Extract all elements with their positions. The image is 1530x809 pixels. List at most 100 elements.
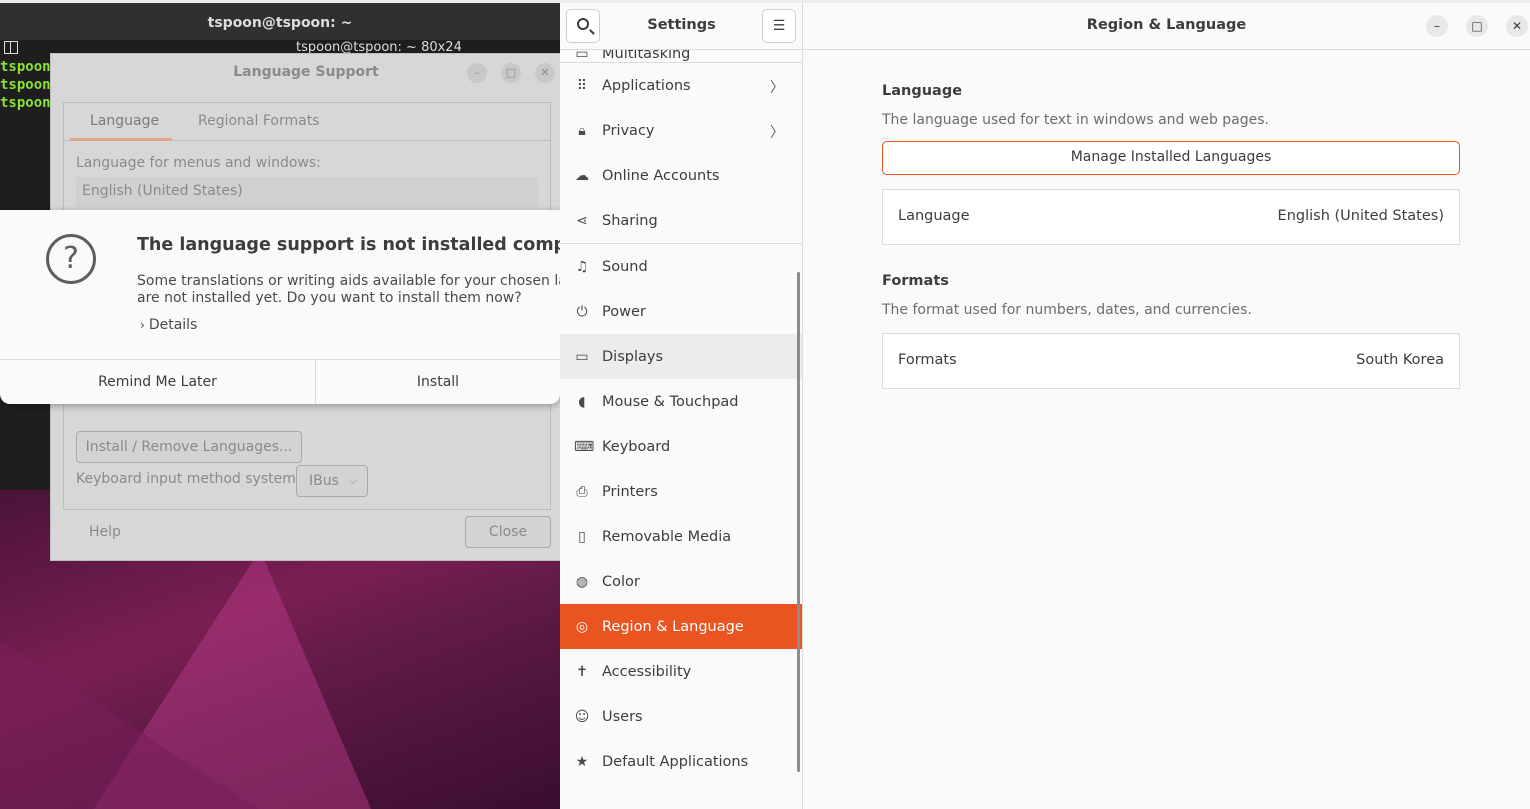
sidebar-item-removable-media[interactable]: ▯ Removable Media xyxy=(560,514,802,559)
accessibility-icon: ✝ xyxy=(576,663,588,680)
multitasking-icon: ▭ xyxy=(575,50,589,62)
sidebar-item-online-accounts[interactable]: ☁ Online Accounts xyxy=(560,153,802,198)
terminal-line: tspoon xyxy=(0,95,51,111)
language-section-title: Language xyxy=(882,83,963,99)
sidebar-item-label: Displays xyxy=(602,348,664,365)
share-icon: ⋖ xyxy=(576,212,588,229)
minimize-icon[interactable]: – xyxy=(467,63,487,83)
chevron-right-icon: 〉 xyxy=(770,80,784,96)
sidebar-header: Settings ☰ xyxy=(560,3,802,50)
sidebar-item-default-applications[interactable]: ★ Default Applications xyxy=(560,739,802,784)
terminal-title[interactable]: tspoon@tspoon: ~ xyxy=(0,0,560,40)
sidebar-item-label: Sound xyxy=(602,258,648,275)
install-remove-languages-button[interactable]: Install / Remove Languages... xyxy=(76,431,302,463)
cloud-icon: ☁ xyxy=(575,167,589,184)
install-button[interactable]: Install xyxy=(316,360,560,404)
power-icon: ⏻ xyxy=(576,303,588,320)
formats-section-title: Formats xyxy=(882,273,949,289)
minimize-icon: – xyxy=(1434,19,1440,33)
alert-message: Some translations or writing aids availa… xyxy=(137,273,560,307)
sidebar-item-region-language[interactable]: ◎ Region & Language xyxy=(560,604,802,649)
terminal-output[interactable]: tspoon tspoon tspoon xyxy=(0,58,51,112)
help-button[interactable]: Help xyxy=(89,524,121,540)
language-row[interactable]: Language English (United States) xyxy=(882,189,1460,245)
display-icon: ▭ xyxy=(575,348,589,365)
maximize-icon[interactable]: □ xyxy=(501,63,521,83)
usb-icon: ▯ xyxy=(578,528,586,545)
keyboard-input-value: IBus xyxy=(309,473,339,489)
sidebar-item-sound[interactable]: ♫ Sound xyxy=(560,244,802,289)
globe-icon: ◎ xyxy=(575,618,589,635)
hamburger-menu-button[interactable]: ☰ xyxy=(762,9,796,43)
keyboard-input-label: Keyboard input method system: xyxy=(76,471,301,487)
users-icon: ☺ xyxy=(574,708,590,725)
menus-language-label: Language for menus and windows: xyxy=(76,155,321,171)
close-icon: ✕ xyxy=(1511,19,1523,33)
sidebar-item-label: Online Accounts xyxy=(602,167,720,184)
details-label: Details xyxy=(148,317,198,333)
sidebar-item-label: Sharing xyxy=(602,212,658,229)
sidebar-item-printers[interactable]: ⎙ Printers xyxy=(560,469,802,514)
sidebar-item-label: Mouse & Touchpad xyxy=(602,393,739,410)
sidebar-item-label: Removable Media xyxy=(602,528,732,545)
tab-language[interactable]: Language xyxy=(90,113,159,129)
remind-me-later-button[interactable]: Remind Me Later xyxy=(0,360,316,404)
region-language-panel: Region & Language – □ ✕ Language The lan… xyxy=(803,0,1530,809)
sidebar-item-label: Privacy xyxy=(602,122,655,139)
new-tab-icon[interactable] xyxy=(4,41,18,54)
sidebar-item-displays[interactable]: ▭ Displays xyxy=(560,334,802,379)
terminal-line: tspoon xyxy=(0,77,51,93)
star-icon: ★ xyxy=(575,753,589,770)
sidebar-item-label: Applications xyxy=(602,77,691,94)
main-header: Region & Language – □ ✕ xyxy=(803,3,1530,50)
terminal-line: tspoon xyxy=(0,59,51,75)
tab-regional-formats[interactable]: Regional Formats xyxy=(198,113,319,129)
sidebar-item-label: Default Applications xyxy=(602,753,749,770)
sidebar-item-color[interactable]: ◍ Color xyxy=(560,559,802,604)
language-list-item[interactable]: English (United States) xyxy=(76,177,538,207)
language-section-description: The language used for text in windows an… xyxy=(882,112,1269,128)
wallpaper-shape xyxy=(0,640,260,809)
sidebar-item-label: Keyboard xyxy=(602,438,671,455)
formats-section-description: The format used for numbers, dates, and … xyxy=(882,302,1252,318)
details-expander[interactable]: › Details xyxy=(140,317,197,333)
sidebar-list: ▭ Multitasking ⠿ Applications 〉 🔒︎ Privacy 〉 ☁… xyxy=(560,50,802,784)
language-row-label: Language xyxy=(898,208,970,224)
sidebar-item-keyboard[interactable]: ⌨ Keyboard xyxy=(560,424,802,469)
keyboard-input-select[interactable]: IBus ⌵ xyxy=(296,465,368,497)
music-note-icon: ♫ xyxy=(575,258,589,275)
sidebar-item-mouse-touchpad[interactable]: ◖ Mouse & Touchpad xyxy=(560,379,802,424)
color-icon: ◍ xyxy=(575,573,589,590)
close-icon[interactable]: ✕ xyxy=(535,63,555,83)
sidebar-item-accessibility[interactable]: ✝ Accessibility xyxy=(560,649,802,694)
keyboard-icon: ⌨ xyxy=(574,438,595,455)
manage-installed-languages-button[interactable]: Manage Installed Languages xyxy=(882,141,1460,175)
sidebar-item-label: Accessibility xyxy=(602,663,692,680)
sidebar-item-label: Power xyxy=(602,303,646,320)
maximize-button[interactable]: □ xyxy=(1466,15,1488,37)
formats-row[interactable]: Formats South Korea xyxy=(882,333,1460,389)
sidebar-item-privacy[interactable]: 🔒︎ Privacy 〉 xyxy=(560,108,802,153)
lock-icon: 🔒︎ xyxy=(578,122,586,139)
mouse-icon: ◖ xyxy=(578,393,586,410)
alert-title: The language support is not installed co… xyxy=(137,235,560,255)
formats-row-label: Formats xyxy=(898,352,957,368)
minimize-button[interactable]: – xyxy=(1426,15,1448,37)
alert-button-bar: Remind Me Later Install xyxy=(0,359,560,404)
active-tab-indicator xyxy=(70,138,172,141)
chevron-down-icon: ⌵ xyxy=(348,474,357,487)
close-button[interactable]: Close xyxy=(465,516,551,548)
sidebar-item-label: Color xyxy=(602,573,640,590)
sidebar-item-applications[interactable]: ⠿ Applications 〉 xyxy=(560,63,802,108)
language-support-alert: ? The language support is not installed … xyxy=(0,210,560,404)
sidebar-scrollbar[interactable] xyxy=(797,272,800,772)
sidebar-item-multitasking[interactable]: ▭ Multitasking xyxy=(560,50,802,62)
sidebar-item-label: Region & Language xyxy=(602,618,744,635)
sidebar-item-users[interactable]: ☺ Users xyxy=(560,694,802,739)
formats-row-value: South Korea xyxy=(1356,352,1444,368)
close-window-button[interactable]: ✕ xyxy=(1506,15,1528,37)
question-icon: ? xyxy=(46,234,96,284)
sidebar-item-sharing[interactable]: ⋖ Sharing xyxy=(560,198,802,243)
page-title: Region & Language xyxy=(1086,17,1247,33)
sidebar-item-power[interactable]: ⏻ Power xyxy=(560,289,802,334)
